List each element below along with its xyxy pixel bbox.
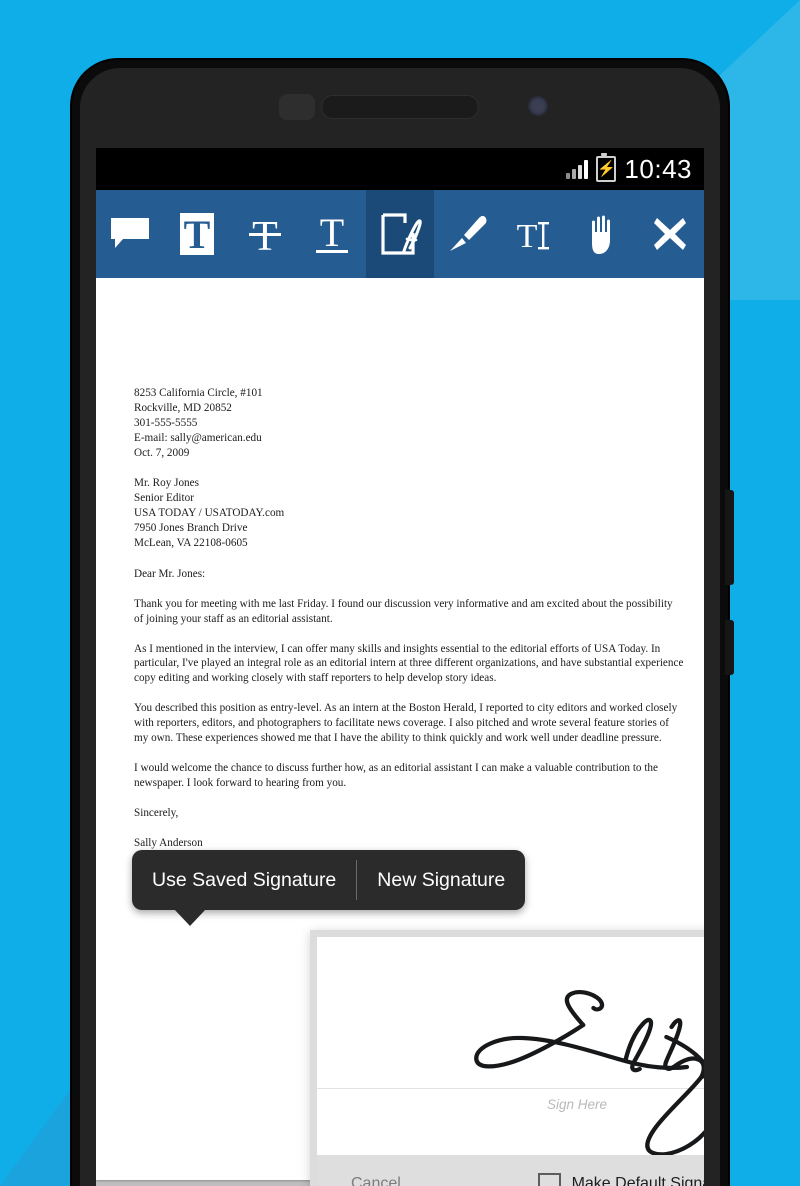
phone-screen: ⚡ 10:43 T T T T 8253 California Circle, … [96,148,704,1186]
letter-paragraph-4: I would welcome the chance to discuss fu… [134,761,658,789]
signature-ink [474,990,704,1155]
sender-address-line: E-mail: sally@american.edu [134,431,262,444]
sender-address-line: 8253 California Circle, #101 [134,387,263,399]
letter-body: 8253 California Circle, #101 Rockville, … [134,386,684,865]
use-saved-signature-button[interactable]: Use Saved Signature [132,850,356,910]
make-default-signature-label: Make Default Signature [571,1175,704,1186]
battery-charging-icon: ⚡ [596,153,617,182]
front-camera-icon [279,94,315,120]
letter-salutation: Dear Mr. Jones: [134,567,206,580]
strikethrough-icon[interactable]: T [231,190,299,278]
signature-dialog-actions: Cancel Make Default Signature Clear [317,1155,704,1186]
signature-context-menu: Use Saved Signature New Signature [132,850,526,926]
sender-address-line: Oct. 7, 2009 [134,446,190,459]
annotation-toolbar: T T T T [96,190,704,278]
letter-closing: Sincerely, [134,806,179,819]
letter-paragraph-1: Thank you for meeting with me last Frida… [134,597,673,625]
proximity-sensor-icon [528,96,548,116]
recipient-address-line: Senior Editor [134,492,194,505]
recipient-address-block: Mr. Roy Jones Senior Editor USA TODAY / … [134,476,684,550]
signal-bars-icon [566,159,589,179]
signature-icon[interactable] [366,190,434,278]
letter-paragraph-2: As I mentioned in the interview, I can o… [134,642,684,685]
brush-icon[interactable] [434,190,502,278]
phone-device-frame: ⚡ 10:43 T T T T 8253 California Circle, … [72,60,734,1186]
menu-pointer-arrow [174,909,206,926]
screenshot-stage: ⚡ 10:43 T T T T 8253 California Circle, … [0,0,800,1186]
signature-dialog: Sign Here Cancel Make Default Sign [310,930,704,1186]
status-bar-clock: 10:43 [624,153,692,184]
svg-text:T: T [184,212,211,257]
earpiece-speaker [321,95,479,119]
recipient-address-line: McLean, VA 22108-0605 [134,537,248,550]
sender-address-line: 301-555-5555 [134,416,198,429]
comment-icon[interactable] [96,190,164,278]
power-button[interactable] [725,490,734,585]
signature-canvas[interactable]: Sign Here [317,937,704,1155]
cancel-button[interactable]: Cancel [317,1175,401,1186]
svg-text:T: T [320,211,344,255]
letter-signature-name: Sally Anderson [134,836,203,849]
new-signature-button[interactable]: New Signature [357,850,525,910]
sender-address-line: Rockville, MD 20852 [134,401,232,414]
document-viewport[interactable]: 8253 California Circle, #101 Rockville, … [96,278,704,1186]
status-bar: ⚡ 10:43 [96,148,704,190]
letter-paragraph-3: You described this position as entry-lev… [134,702,678,745]
close-icon[interactable] [637,190,705,278]
sender-address-block: 8253 California Circle, #101 Rockville, … [134,386,684,460]
volume-button[interactable] [725,620,734,675]
underline-icon[interactable]: T [299,190,367,278]
charging-bolt-icon: ⚡ [597,160,616,178]
svg-text:T: T [517,218,538,255]
recipient-address-line: USA TODAY / USATODAY.com [134,507,285,520]
recipient-address-line: Mr. Roy Jones [134,477,199,490]
text-highlight-icon[interactable]: T [164,190,232,278]
typewriter-icon[interactable]: T [501,190,569,278]
make-default-signature-checkbox[interactable] [537,1172,561,1186]
recipient-address-line: 7950 Jones Branch Drive [134,522,248,535]
hand-icon[interactable] [569,190,637,278]
